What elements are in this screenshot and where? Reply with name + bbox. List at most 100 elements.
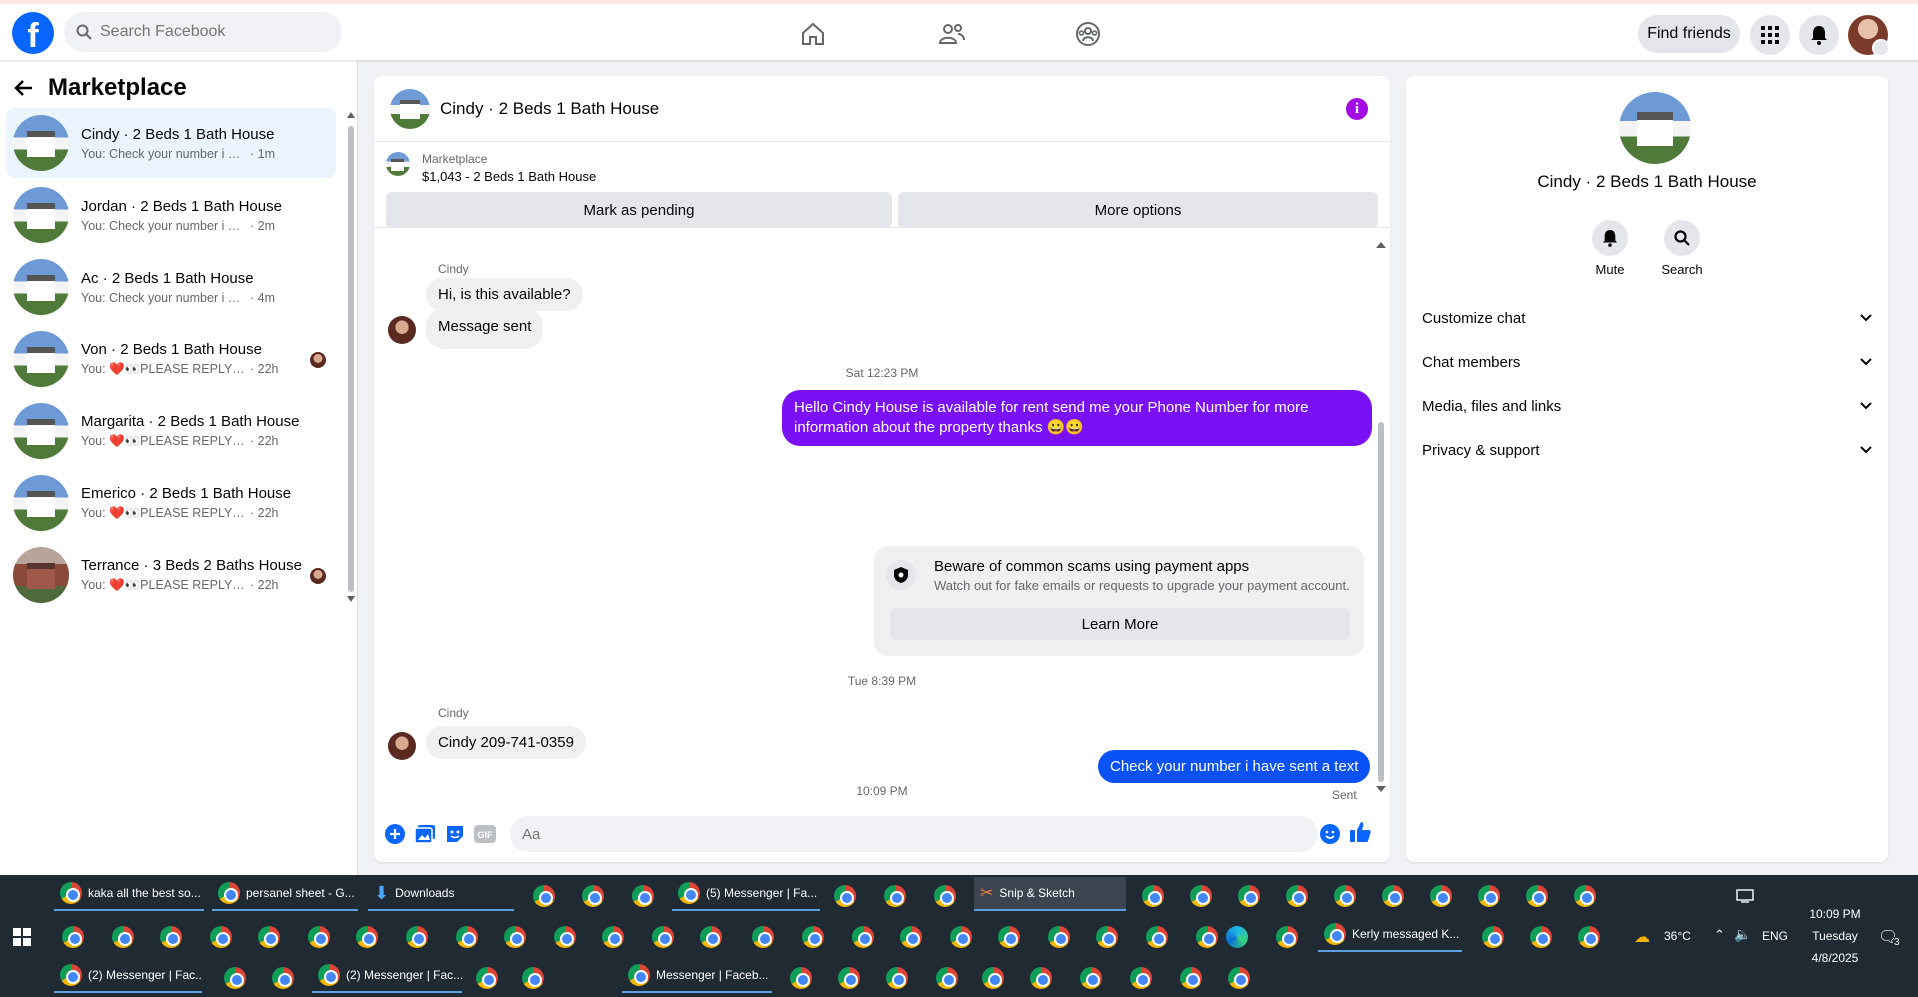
- chrome-icon[interactable]: [1190, 885, 1212, 907]
- sender-avatar[interactable]: [388, 732, 416, 760]
- chrome-icon[interactable]: [456, 926, 478, 948]
- chrome-icon[interactable]: [533, 885, 555, 907]
- clock-time[interactable]: 10:09 PM: [1805, 907, 1865, 921]
- chrome-icon[interactable]: [1080, 967, 1102, 989]
- chrome-icon[interactable]: [62, 926, 84, 948]
- chrome-icon[interactable]: [834, 885, 856, 907]
- taskbar-app[interactable]: Messenger | Faceb...: [622, 959, 772, 993]
- chrome-icon[interactable]: [224, 967, 246, 989]
- search-box[interactable]: [64, 12, 342, 52]
- home-icon[interactable]: [793, 14, 833, 54]
- chrome-icon[interactable]: [852, 926, 874, 948]
- chrome-icon[interactable]: [1228, 967, 1250, 989]
- back-arrow-icon[interactable]: [14, 79, 34, 97]
- chrome-icon[interactable]: [752, 926, 774, 948]
- chrome-icon[interactable]: [886, 967, 908, 989]
- chrome-icon[interactable]: [632, 885, 654, 907]
- sidebar-scrollbar[interactable]: [347, 112, 355, 602]
- scrollbar-thumb[interactable]: [348, 126, 354, 592]
- chrome-icon[interactable]: [476, 967, 498, 989]
- chrome-icon[interactable]: [308, 926, 330, 948]
- chat-title[interactable]: Cindy · 2 Beds 1 Bath House: [440, 99, 659, 119]
- language-indicator[interactable]: ENG: [1762, 929, 1788, 943]
- chat-avatar[interactable]: [390, 88, 430, 129]
- chrome-icon[interactable]: [1196, 926, 1218, 948]
- chrome-icon[interactable]: [272, 967, 294, 989]
- chrome-icon[interactable]: [582, 885, 604, 907]
- search-input[interactable]: [100, 23, 320, 41]
- chrome-icon[interactable]: [1096, 926, 1118, 948]
- chevron-up-icon[interactable]: ⌃: [1714, 927, 1725, 943]
- taskbar-app[interactable]: (2) Messenger | Fac...: [312, 959, 462, 993]
- chrome-icon[interactable]: [1430, 885, 1452, 907]
- privacy-support-row[interactable]: Privacy & support: [1422, 430, 1872, 470]
- chrome-icon[interactable]: [1276, 926, 1298, 948]
- emoji-icon[interactable]: [1320, 824, 1340, 844]
- groups-icon[interactable]: [1068, 14, 1108, 54]
- details-avatar[interactable]: [1619, 92, 1691, 164]
- conversation-item[interactable]: Margarita · 2 Beds 1 Bath House You: ❤️👀…: [6, 396, 336, 466]
- more-options-button[interactable]: More options: [898, 192, 1378, 228]
- photo-icon[interactable]: [414, 823, 436, 845]
- media-files-links-row[interactable]: Media, files and links: [1422, 386, 1872, 426]
- chrome-icon[interactable]: [1530, 926, 1552, 948]
- taskbar-app[interactable]: Kerly messaged K...: [1318, 918, 1462, 952]
- chrome-icon[interactable]: [356, 926, 378, 948]
- bell-icon[interactable]: [1799, 15, 1839, 55]
- friends-icon[interactable]: [932, 14, 972, 54]
- chrome-icon[interactable]: [1482, 926, 1504, 948]
- chrome-icon[interactable]: [160, 926, 182, 948]
- chrome-icon[interactable]: [258, 926, 280, 948]
- scroll-down-icon[interactable]: [347, 596, 355, 602]
- conversation-item[interactable]: Emerico · 2 Beds 1 Bath House You: ❤️👀PL…: [6, 468, 336, 538]
- weather-icon[interactable]: ☁: [1634, 927, 1650, 947]
- mark-as-pending-button[interactable]: Mark as pending: [386, 192, 892, 228]
- scroll-down-icon[interactable]: [1376, 786, 1386, 792]
- chrome-icon[interactable]: [652, 926, 674, 948]
- message-input[interactable]: [510, 816, 1318, 852]
- chrome-icon[interactable]: [1286, 885, 1308, 907]
- scroll-up-icon[interactable]: [1376, 242, 1386, 248]
- chrome-icon[interactable]: [1334, 885, 1356, 907]
- chrome-icon[interactable]: [700, 926, 722, 948]
- taskbar-app[interactable]: ✂ Snip & Sketch: [974, 877, 1126, 911]
- chrome-icon[interactable]: [210, 926, 232, 948]
- customize-chat-row[interactable]: Customize chat: [1422, 298, 1872, 338]
- listing-price[interactable]: $1,043 - 2 Beds 1 Bath House: [422, 169, 596, 184]
- facebook-logo[interactable]: f: [12, 12, 54, 54]
- chrome-icon[interactable]: [112, 926, 134, 948]
- find-friends-button[interactable]: Find friends: [1638, 15, 1740, 53]
- chrome-icon[interactable]: [1382, 885, 1404, 907]
- conversation-item[interactable]: Cindy · 2 Beds 1 Bath House You: Check y…: [6, 108, 336, 178]
- add-icon[interactable]: [384, 823, 406, 845]
- weather-temp[interactable]: 36°C: [1664, 929, 1691, 943]
- chrome-icon[interactable]: [838, 967, 860, 989]
- chrome-icon[interactable]: [1130, 967, 1152, 989]
- chrome-icon[interactable]: [1478, 885, 1500, 907]
- gif-icon[interactable]: GIF: [474, 823, 496, 845]
- volume-icon[interactable]: 🔈: [1734, 926, 1751, 943]
- chat-members-row[interactable]: Chat members: [1422, 342, 1872, 382]
- chrome-icon[interactable]: [950, 926, 972, 948]
- taskbar-app[interactable]: (5) Messenger | Fa...: [672, 877, 820, 911]
- conversation-item[interactable]: Von · 2 Beds 1 Bath House You: ❤️👀PLEASE…: [6, 324, 336, 394]
- chrome-icon[interactable]: [1142, 885, 1164, 907]
- clock-date[interactable]: 4/8/2025: [1805, 951, 1865, 965]
- chrome-icon[interactable]: [936, 967, 958, 989]
- info-icon[interactable]: i: [1346, 98, 1368, 120]
- taskbar-app[interactable]: kaka all the best so...: [54, 877, 204, 911]
- chrome-icon[interactable]: [802, 926, 824, 948]
- listing-thumbnail[interactable]: [386, 152, 410, 176]
- chrome-icon[interactable]: [1578, 926, 1600, 948]
- chrome-icon[interactable]: [1146, 926, 1168, 948]
- sender-avatar[interactable]: [388, 316, 416, 344]
- chrome-icon[interactable]: [1048, 926, 1070, 948]
- taskbar-app[interactable]: persanel sheet - G...: [212, 877, 358, 911]
- scrollbar-thumb[interactable]: [1378, 422, 1384, 782]
- chrome-icon[interactable]: [1180, 967, 1202, 989]
- sticker-icon[interactable]: [444, 823, 466, 845]
- conversation-item[interactable]: Ac · 2 Beds 1 Bath House You: Check your…: [6, 252, 336, 322]
- chrome-icon[interactable]: [554, 926, 576, 948]
- learn-more-button[interactable]: Learn More: [890, 608, 1350, 640]
- clock-day[interactable]: Tuesday: [1805, 929, 1865, 943]
